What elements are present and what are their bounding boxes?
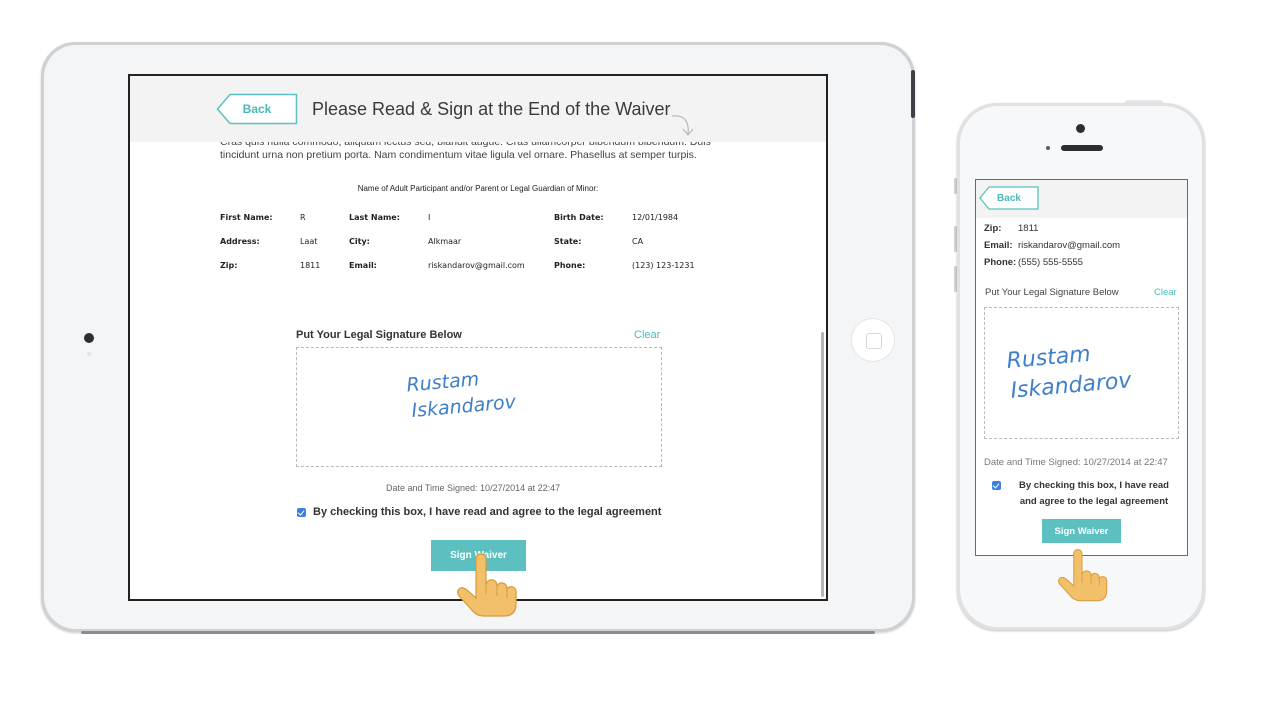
participant-info-grid: First Name: R Last Name: I Birth Date: 1… xyxy=(220,213,732,285)
info-row: Zip: 1811 Email: riskandarov@gmail.com P… xyxy=(220,261,732,285)
first-name-label: First Name: xyxy=(220,213,273,222)
sign-waiver-button[interactable]: Sign Waiver xyxy=(1042,519,1121,543)
phone-value: (123) 123-1231 xyxy=(632,261,695,270)
ipad-side-button xyxy=(911,70,915,118)
agree-line-1: By checking this box, I have read xyxy=(1019,480,1169,491)
scrollbar[interactable] xyxy=(821,332,824,597)
signature-line-1: Rustam xyxy=(1006,342,1092,374)
participant-caption: Name of Adult Participant and/or Parent … xyxy=(357,184,599,193)
last-name-value: I xyxy=(428,213,431,222)
ipad-home-button[interactable] xyxy=(851,318,895,362)
participant-info: Zip: 1811 Email: riskandarov@gmail.com Pho… xyxy=(984,220,1120,271)
pointing-hand-icon xyxy=(456,553,517,617)
zip-row: Zip: 1811 xyxy=(984,220,1120,237)
zip-label: Zip: xyxy=(220,261,238,270)
back-button[interactable]: Back xyxy=(216,93,298,125)
info-row: Address: Laat City: Alkmaar State: CA xyxy=(220,237,732,261)
zip-value: 1811 xyxy=(300,261,321,270)
pointing-hand-icon xyxy=(1058,549,1108,602)
state-value: CA xyxy=(632,237,644,246)
signature-label: Put Your Legal Signature Below xyxy=(985,287,1119,298)
agree-row[interactable]: By checking this box, I have read and ag… xyxy=(297,506,661,518)
zip-value: 1811 xyxy=(1018,223,1039,234)
agree-line-2: and agree to the legal agreement xyxy=(1019,496,1169,507)
info-row: First Name: R Last Name: I Birth Date: 1… xyxy=(220,213,732,237)
date-signed: Date and Time Signed: 10/27/2014 at 22:4… xyxy=(984,457,1168,468)
signature-drawing: Rustam Iskandarov xyxy=(406,368,518,422)
zip-label: Zip: xyxy=(984,223,1002,234)
phone-value: (555) 555-5555 xyxy=(1018,257,1083,268)
city-value: Alkmaar xyxy=(428,237,462,246)
iphone-camera xyxy=(1076,124,1085,133)
phone-row: Phone: (555) 555-5555 xyxy=(984,254,1120,271)
phone-label: Phone: xyxy=(984,257,1017,268)
birth-date-value: 12/01/1984 xyxy=(632,213,679,222)
clear-signature-link[interactable]: Clear xyxy=(634,329,660,341)
signature-pad[interactable]: Rustam Iskandarov xyxy=(984,307,1179,439)
email-label: Email: xyxy=(984,240,1013,251)
state-label: State: xyxy=(554,237,582,246)
agree-label: By checking this box, I have read and ag… xyxy=(1009,478,1179,510)
back-button[interactable]: Back xyxy=(979,186,1039,210)
birth-date-label: Birth Date: xyxy=(554,213,604,222)
signature-label: Put Your Legal Signature Below xyxy=(296,329,462,341)
email-value: riskandarov@gmail.com xyxy=(428,261,525,270)
waiver-header: Back xyxy=(976,180,1187,218)
ipad-camera xyxy=(84,333,94,343)
city-label: City: xyxy=(349,237,370,246)
first-name-value: R xyxy=(300,213,306,222)
email-value: riskandarov@gmail.com xyxy=(1018,240,1121,251)
signature-drawing: Rustam Iskandarov xyxy=(1006,342,1134,404)
signature-line-1: Rustam xyxy=(406,368,480,396)
signature-line-2: Iskandarov xyxy=(411,391,518,422)
ipad-edge xyxy=(81,631,875,634)
back-label: Back xyxy=(997,192,1021,204)
iphone-speaker xyxy=(1061,145,1103,151)
iphone-sensor xyxy=(1046,146,1050,150)
iphone-screen: Back Zip: 1811 Email: riskandarov@gmail.co… xyxy=(975,179,1188,556)
email-row: Email: riskandarov@gmail.com xyxy=(984,237,1120,254)
checkbox-checked-icon[interactable] xyxy=(992,481,1001,490)
agree-label: By checking this box, I have read and ag… xyxy=(313,506,662,518)
waiver-line: tincidunt urna non pretium porta. Nam co… xyxy=(220,149,697,161)
clear-signature-link[interactable]: Clear xyxy=(1154,287,1177,298)
phone-label: Phone: xyxy=(554,261,586,270)
address-label: Address: xyxy=(220,237,260,246)
date-signed: Date and Time Signed: 10/27/2014 at 22:4… xyxy=(386,483,561,493)
ipad-sensor xyxy=(87,352,91,356)
waiver-header: Back Please Read & Sign at the End of th… xyxy=(130,76,826,142)
signature-line-2: Iskandarov xyxy=(1010,368,1134,404)
page-title: Please Read & Sign at the End of the Wai… xyxy=(312,99,671,119)
ipad-screen: Back Please Read & Sign at the End of th… xyxy=(128,74,828,601)
email-label: Email: xyxy=(349,261,377,270)
curved-arrow-icon xyxy=(671,115,694,136)
last-name-label: Last Name: xyxy=(349,213,400,222)
signature-pad[interactable]: Rustam Iskandarov xyxy=(296,347,662,467)
address-value: Laat xyxy=(300,237,318,246)
checkbox-checked-icon[interactable] xyxy=(297,507,306,517)
back-label: Back xyxy=(242,102,272,116)
agree-row[interactable]: By checking this box, I have read and ag… xyxy=(992,478,1179,510)
